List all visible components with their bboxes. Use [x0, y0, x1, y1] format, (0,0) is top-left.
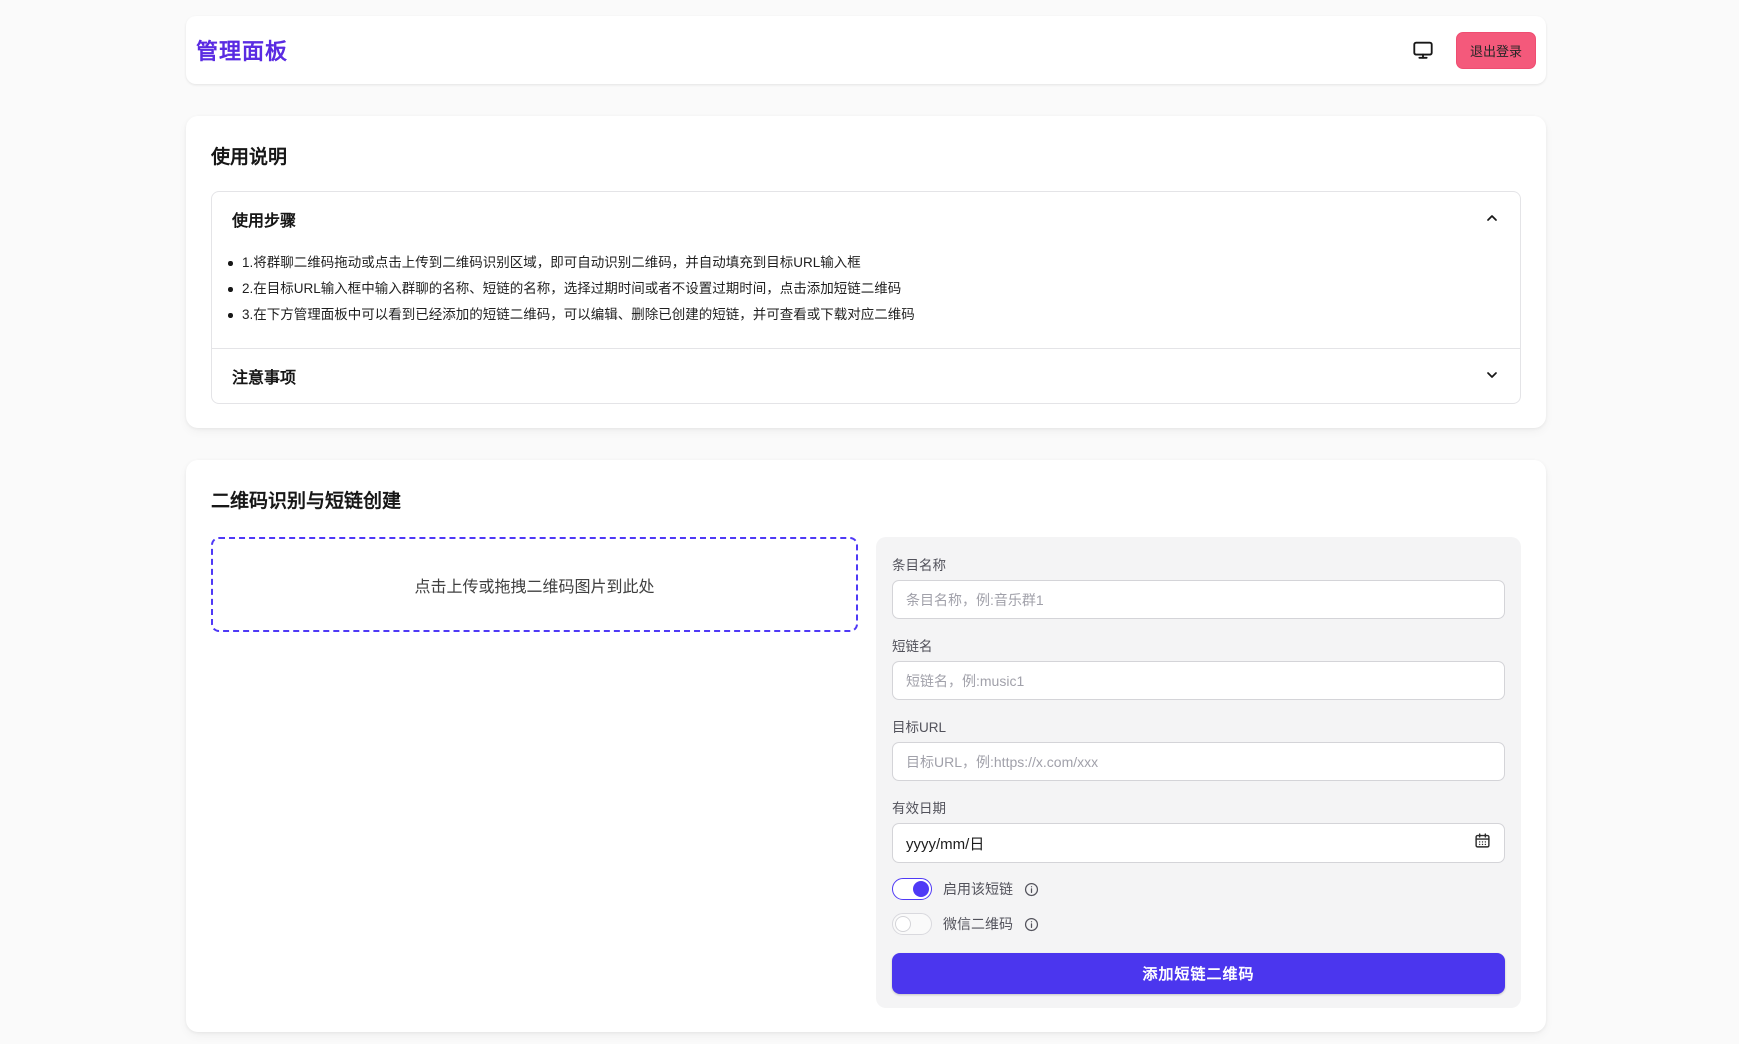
target-url-label: 目标URL: [892, 716, 1505, 736]
wechat-qr-toggle-row: 微信二维码: [892, 913, 1505, 935]
notes-accordion-label: 注意事项: [232, 364, 296, 388]
instructions-card: 使用说明 使用步骤 1.将群聊二维码拖动或点击上传到二维码识别区域，即可自动识别…: [186, 116, 1546, 428]
logout-button[interactable]: 退出登录: [1456, 32, 1536, 69]
app-title: 管理面板: [196, 34, 288, 66]
step-item: 1.将群聊二维码拖动或点击上传到二维码识别区域，即可自动识别二维码，并自动填充到…: [226, 252, 1500, 274]
enable-shortlink-label: 启用该短链: [943, 879, 1013, 899]
creator-body: 点击上传或拖拽二维码图片到此处 条目名称 短链名 目标URL 有效日期: [211, 537, 1521, 1008]
wechat-qr-label: 微信二维码: [943, 914, 1013, 934]
expiry-date-label: 有效日期: [892, 797, 1505, 817]
info-icon[interactable]: [1024, 882, 1039, 897]
slug-field-group: 短链名: [892, 635, 1505, 700]
step-item: 2.在目标URL输入框中输入群聊的名称、短链的名称，选择过期时间或者不设置过期时…: [226, 278, 1500, 300]
header-bar: 管理面板 退出登录: [186, 16, 1546, 84]
steps-accordion-label: 使用步骤: [232, 207, 296, 231]
toggle-knob: [913, 881, 929, 897]
instructions-title: 使用说明: [211, 142, 1521, 169]
slug-label: 短链名: [892, 635, 1505, 655]
display-monitor-icon[interactable]: [1412, 39, 1434, 61]
slug-input[interactable]: [892, 661, 1505, 700]
chevron-up-icon: [1484, 210, 1500, 229]
calendar-icon[interactable]: [1474, 832, 1491, 854]
toggle-knob: [895, 916, 911, 932]
qr-upload-dropzone[interactable]: 点击上传或拖拽二维码图片到此处: [211, 537, 858, 632]
steps-list: 1.将群聊二维码拖动或点击上传到二维码识别区域，即可自动识别二维码，并自动填充到…: [212, 246, 1520, 348]
enable-shortlink-toggle-row: 启用该短链: [892, 878, 1505, 900]
expiry-date-field-group: 有效日期 yyyy/mm/日: [892, 797, 1505, 863]
target-url-input[interactable]: [892, 742, 1505, 781]
header-actions: 退出登录: [1412, 32, 1536, 69]
upload-hint-text: 点击上传或拖拽二维码图片到此处: [414, 573, 654, 597]
creator-card: 二维码识别与短链创建 点击上传或拖拽二维码图片到此处 条目名称 短链名 目标UR…: [186, 460, 1546, 1032]
page-container: 管理面板 退出登录 使用说明 使用步骤: [186, 16, 1546, 1032]
steps-accordion-header[interactable]: 使用步骤: [212, 192, 1520, 246]
info-icon[interactable]: [1024, 917, 1039, 932]
shortlink-form: 条目名称 短链名 目标URL 有效日期 yyyy/mm/日: [876, 537, 1521, 1008]
creator-title: 二维码识别与短链创建: [211, 486, 1521, 513]
target-url-field-group: 目标URL: [892, 716, 1505, 781]
entry-name-input[interactable]: [892, 580, 1505, 619]
expiry-date-value: yyyy/mm/日: [906, 833, 984, 854]
entry-name-label: 条目名称: [892, 554, 1505, 574]
step-item: 3.在下方管理面板中可以看到已经添加的短链二维码，可以编辑、删除已创建的短链，并…: [226, 304, 1500, 326]
expiry-date-input[interactable]: yyyy/mm/日: [892, 823, 1505, 863]
chevron-down-icon: [1484, 367, 1500, 386]
entry-name-field-group: 条目名称: [892, 554, 1505, 619]
notes-accordion-header[interactable]: 注意事项: [212, 349, 1520, 403]
wechat-qr-toggle[interactable]: [892, 913, 932, 935]
add-shortlink-button[interactable]: 添加短链二维码: [892, 953, 1505, 994]
instructions-accordion: 使用步骤 1.将群聊二维码拖动或点击上传到二维码识别区域，即可自动识别二维码，并…: [211, 191, 1521, 404]
enable-shortlink-toggle[interactable]: [892, 878, 932, 900]
